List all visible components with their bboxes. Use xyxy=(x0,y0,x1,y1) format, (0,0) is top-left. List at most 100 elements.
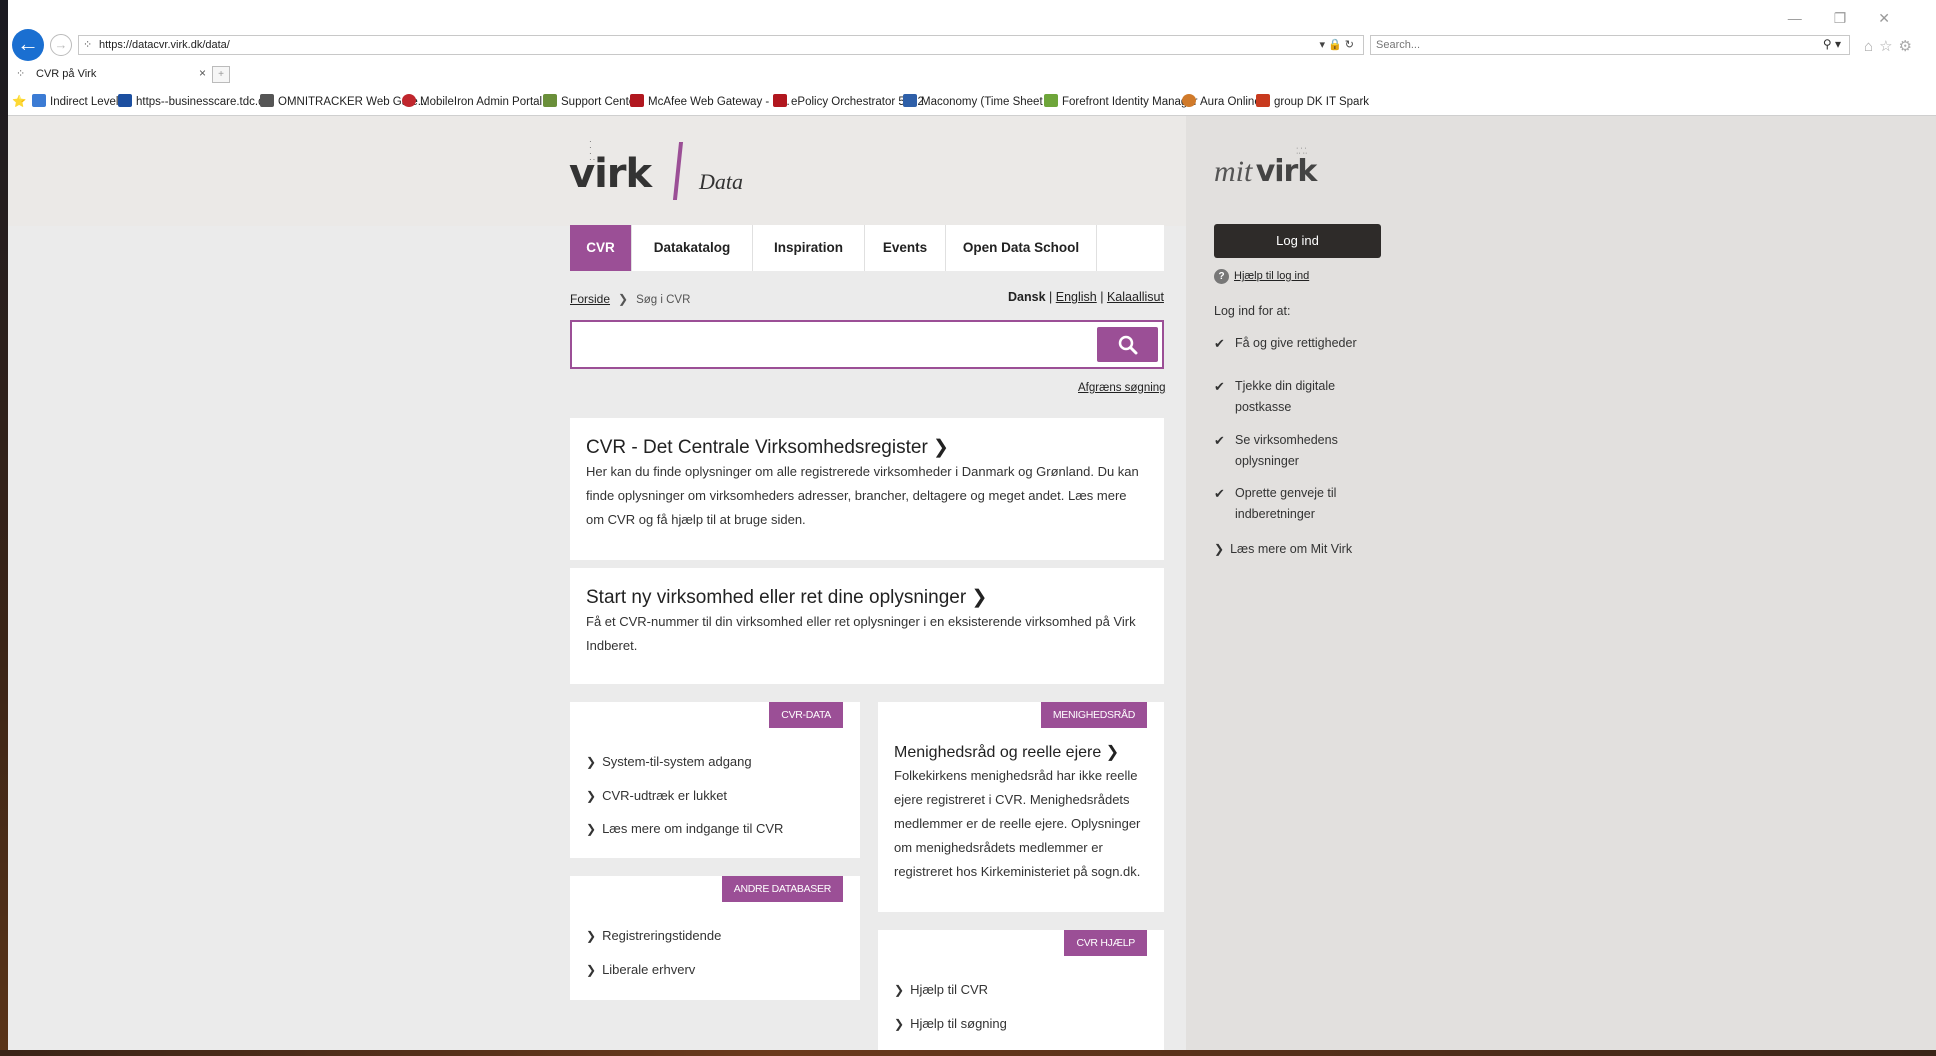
lang-dansk[interactable]: Dansk xyxy=(1008,290,1046,304)
parish-council-card: MENIGHEDSRÅD Menighedsråd og reelle ejer… xyxy=(878,702,1164,912)
favorites-star-icon[interactable]: ☆ xyxy=(1879,38,1898,55)
browser-tab[interactable]: ⁘ CVR på Virk × xyxy=(12,65,208,85)
forward-arrow-icon[interactable]: → xyxy=(50,34,72,56)
magnifier-icon[interactable]: ⚲ ▾ xyxy=(1823,37,1841,51)
favorite-link[interactable]: https--businesscare.tdc.d... xyxy=(118,94,274,108)
cvr-card-title[interactable]: CVR - Det Centrale Virksomhedsregister ❯ xyxy=(586,436,949,459)
browser-window: —❐✕ ← → ⁘ https://datacvr.virk.dk/data/ … xyxy=(8,0,1936,1050)
lang-separator: | xyxy=(1049,290,1053,304)
nav-item-cvr[interactable]: CVR xyxy=(570,225,632,271)
list-item[interactable]: ❯ Hjælp til søgning xyxy=(894,1016,1007,1031)
cvr-search-input[interactable] xyxy=(578,330,1098,358)
parish-council-badge: MENIGHEDSRÅD xyxy=(1040,702,1147,728)
start-business-card: Start ny virksomhed eller ret dine oplys… xyxy=(570,568,1164,684)
question-icon: ? xyxy=(1214,269,1229,284)
browser-search-box[interactable]: ⚲ ▾ xyxy=(1370,35,1850,55)
cvr-card-text: Her kan du finde oplysninger om alle reg… xyxy=(586,464,1139,527)
back-arrow-icon[interactable]: ← xyxy=(12,29,44,61)
favorite-icon xyxy=(1044,94,1058,107)
taskbar-strip xyxy=(0,1050,1936,1056)
nav-item-datakatalog[interactable]: Datakatalog xyxy=(632,225,753,271)
mit-virk-logo[interactable]: mit virk · · · ·· ·· xyxy=(1214,145,1318,198)
home-icon[interactable]: ⌂ xyxy=(1864,38,1879,55)
favorite-link[interactable]: group DK IT Spark xyxy=(1256,94,1369,108)
list-item[interactable]: ❯ Hjælp til CVR xyxy=(894,982,988,997)
start-card-text: Få et CVR-nummer til din virksomhed elle… xyxy=(586,614,1136,653)
checkmark-icon: ✔ xyxy=(1214,486,1225,501)
new-tab-button[interactable]: + xyxy=(212,66,230,83)
favorite-icon xyxy=(1182,94,1196,107)
logo-virk: virk xyxy=(1255,154,1318,189)
breadcrumb-current: Søg i CVR xyxy=(636,294,691,306)
list-item[interactable]: ❯ CVR-udtræk er lukket xyxy=(586,788,727,803)
url-text[interactable]: https://datacvr.virk.dk/data/ xyxy=(99,39,230,51)
favorite-icon xyxy=(118,94,132,107)
tab-close-icon[interactable]: × xyxy=(199,66,206,80)
list-item[interactable]: ❯ Registreringstidende xyxy=(586,928,721,943)
lang-separator: | xyxy=(1100,290,1104,304)
restore-icon[interactable]: ❐ xyxy=(1834,10,1879,26)
logo-subtitle: Data xyxy=(699,169,743,194)
list-item[interactable]: ❯ System-til-system adgang xyxy=(586,754,752,769)
login-help-link[interactable]: Hjælp til log ind xyxy=(1234,270,1309,282)
start-card-title[interactable]: Start ny virksomhed eller ret dine oplys… xyxy=(586,586,987,609)
minimize-icon[interactable]: — xyxy=(1788,10,1834,26)
main-navigation: CVR Datakatalog Inspiration Events Open … xyxy=(570,225,1164,271)
favorite-link[interactable]: MobileIron Admin Portal ... xyxy=(402,94,555,108)
refine-search-link[interactable]: Afgræns søgning xyxy=(1078,382,1166,394)
favorite-link[interactable]: Support Center xyxy=(543,94,639,108)
close-window-icon[interactable]: ✕ xyxy=(1878,10,1922,26)
read-more-mit-virk-link[interactable]: ❯ Læs mere om Mit Virk xyxy=(1214,542,1352,556)
favorite-icon xyxy=(903,94,917,107)
cvr-data-card: CVR-DATA ❯ System-til-system adgang ❯ CVR-… xyxy=(570,702,860,858)
breadcrumb-home-link[interactable]: Forside xyxy=(570,292,610,306)
favorite-link[interactable]: McAfee Web Gateway - E... xyxy=(630,94,790,108)
favorite-link[interactable]: Maconomy (Time Sheet ... xyxy=(903,94,1055,108)
chevron-right-icon: ❯ xyxy=(586,755,597,769)
search-icon xyxy=(1118,335,1138,355)
favorite-link[interactable]: Forefront Identity Manager xyxy=(1044,94,1198,108)
tab-favicon-icon: ⁘ xyxy=(16,68,26,80)
chevron-right-icon: ❯ xyxy=(586,963,597,977)
chevron-right-icon: ❯ xyxy=(586,789,597,803)
lang-kalaallisut[interactable]: Kalaallisut xyxy=(1107,290,1164,304)
settings-gear-icon[interactable]: ⚙ xyxy=(1899,38,1918,55)
desktop-edge xyxy=(0,0,8,1056)
tab-row: ⁘ CVR på Virk × + xyxy=(8,64,1936,86)
nav-item-inspiration[interactable]: Inspiration xyxy=(753,225,865,271)
address-bar[interactable]: ⁘ https://datacvr.virk.dk/data/ ▾🔒↻ xyxy=(78,35,1364,55)
favorite-icon xyxy=(630,94,644,107)
parish-council-title[interactable]: Menighedsråd og reelle ejere ❯ xyxy=(894,742,1119,762)
refresh-icon[interactable]: ↻ xyxy=(1345,39,1357,51)
search-button[interactable] xyxy=(1097,327,1158,362)
language-switcher: Dansk | English | Kalaallisut xyxy=(1008,290,1164,304)
breadcrumb: Forside ❯ Søg i CVR xyxy=(570,292,690,306)
login-button[interactable]: Log ind xyxy=(1214,224,1381,258)
lock-icon[interactable]: 🔒 xyxy=(1328,39,1345,51)
chevron-right-icon: ❯ xyxy=(586,929,597,943)
nav-item-events[interactable]: Events xyxy=(865,225,946,271)
favorite-link[interactable]: ePolicy Orchestrator 5.3.2 xyxy=(773,94,924,108)
address-tools[interactable]: ▾🔒↻ xyxy=(1320,38,1357,51)
logo-word: virk xyxy=(569,151,652,197)
favorite-icon xyxy=(773,94,787,107)
favorites-star-add-icon[interactable]: ⭐ xyxy=(12,94,26,108)
favorite-icon xyxy=(543,94,557,107)
checkmark-icon: ✔ xyxy=(1214,379,1225,394)
window-controls: —❐✕ xyxy=(1788,10,1922,27)
favorite-link[interactable]: Aura Online xyxy=(1182,94,1261,108)
list-item[interactable]: ❯ Liberale erhverv xyxy=(586,962,695,977)
chevron-right-icon: ❯ xyxy=(894,1017,905,1031)
benefit-item: ✔ Tjekke din digitale postkasse xyxy=(1214,376,1374,418)
parish-council-text: Folkekirkens menighedsråd har ikke reell… xyxy=(894,768,1141,879)
page: · · · ·· ·· · virk Data CVR Datakatalog In… xyxy=(8,116,1936,1050)
cvr-search-field[interactable] xyxy=(570,320,1164,369)
dropdown-icon[interactable]: ▾ xyxy=(1320,39,1329,51)
browser-search-input[interactable] xyxy=(1371,36,1771,54)
address-bar-row: ← → ⁘ https://datacvr.virk.dk/data/ ▾🔒↻ … xyxy=(8,28,1936,64)
favorite-link[interactable]: Indirect Level 4 xyxy=(32,94,128,108)
nav-item-open-data-school[interactable]: Open Data School xyxy=(946,225,1097,271)
lang-english[interactable]: English xyxy=(1056,290,1097,304)
other-databases-badge: ANDRE DATABASER xyxy=(721,876,843,902)
list-item[interactable]: ❯ Læs mere om indgange til CVR xyxy=(586,821,783,836)
